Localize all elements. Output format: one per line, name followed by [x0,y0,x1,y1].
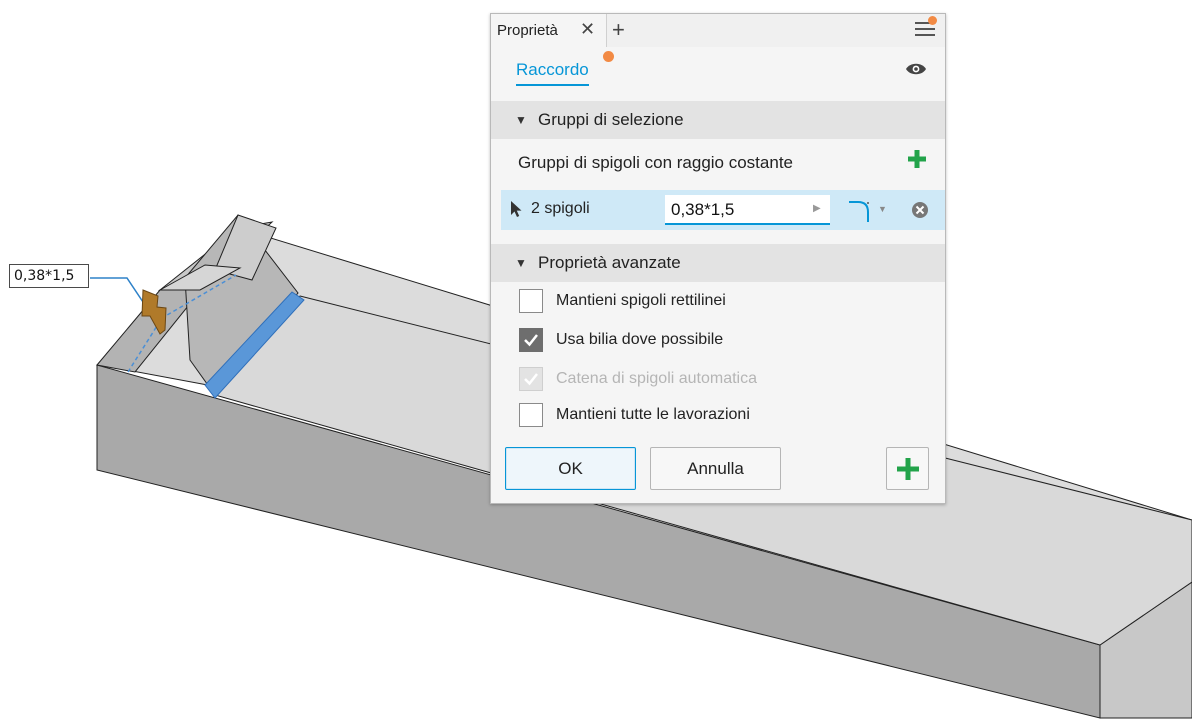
collapse-triangle-icon[interactable]: ▼ [515,113,527,127]
ok-button[interactable]: OK [505,447,636,490]
section-advanced-properties[interactable]: ▼ Proprietà avanzate [491,244,945,282]
tab-properties[interactable]: Proprietà ✕ [491,14,607,47]
dimension-value-label[interactable]: 0,38*1,5 [9,264,89,288]
option-label: Usa bilia dove possibile [556,331,724,348]
radius-value-input[interactable]: 0,38*1,5 ▶ [665,195,830,225]
apply-add-button[interactable] [886,447,929,490]
section-selection-groups[interactable]: ▼ Gruppi di selezione [491,101,945,139]
option-label: Mantieni tutte le lavorazioni [556,406,750,423]
option-label: Catena di spigoli automatica [556,370,758,387]
cancel-button[interactable]: Annulla [650,447,781,490]
notification-dot-icon [928,16,937,25]
add-tab-icon[interactable]: + [612,17,625,43]
expand-arrow-icon[interactable]: ▶ [813,203,821,214]
checkbox[interactable] [519,403,543,427]
select-cursor-icon[interactable] [509,200,523,218]
add-edge-group-icon[interactable] [907,149,927,169]
edge-selection-row[interactable]: 2 spigoli 0,38*1,5 ▶ ▼ [501,190,945,230]
tab-raccordo[interactable]: Raccordo [516,60,589,86]
edge-group-title: Gruppi di spigoli con raggio costante [518,153,793,172]
checkbox [519,367,543,391]
remove-circle-icon[interactable] [911,201,929,219]
tab-properties-label: Proprietà [497,22,558,39]
fillet-type-icon[interactable] [846,196,878,224]
properties-panel: Proprietà ✕ + Raccordo ▼ Gruppi di selez… [490,13,946,504]
plus-icon [897,458,919,480]
checkbox[interactable] [519,289,543,313]
panel-tab-bar: Proprietà ✕ + [491,14,945,47]
checkmark-icon [524,373,538,386]
notification-dot-icon [603,51,614,62]
option-label: Mantieni spigoli rettilinei [556,292,726,309]
section-selection-groups-label: Gruppi di selezione [538,110,684,129]
eye-icon[interactable] [905,61,927,77]
checkbox[interactable] [519,328,543,352]
checkmark-icon [524,334,538,347]
edge-count-label: 2 spigoli [531,200,590,217]
fillet-type-dropdown-icon[interactable]: ▼ [878,204,887,214]
collapse-triangle-icon[interactable]: ▼ [515,256,527,270]
close-icon[interactable]: ✕ [580,19,595,40]
section-advanced-label: Proprietà avanzate [538,253,681,272]
radius-value-text: 0,38*1,5 [671,200,735,219]
